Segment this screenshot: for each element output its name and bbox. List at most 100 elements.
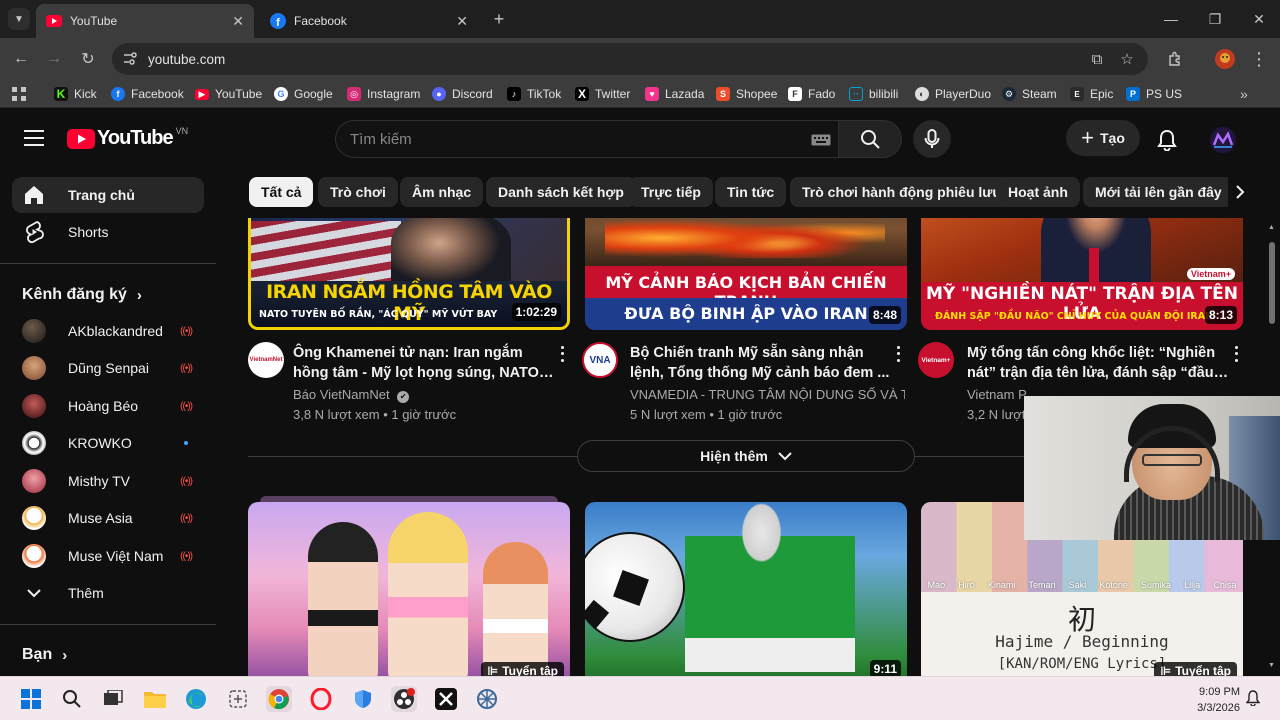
tab-youtube[interactable]: YouTube ✕ (36, 4, 254, 38)
restore-icon[interactable]: ❐ (1204, 8, 1226, 30)
apps-grid-icon[interactable] (12, 86, 26, 102)
bookmark-playerduo[interactable]: ◐ PlayerDuo (915, 86, 991, 102)
video-thumbnail[interactable]: Vietnam+ MỸ "NGHIỀN NÁT" TRẬN ĐỊA TÊN LỬ… (921, 218, 1243, 330)
tab-facebook[interactable]: f Facebook ✕ (260, 4, 478, 38)
chip-animation[interactable]: Hoạt ảnh (996, 177, 1080, 207)
search-button[interactable] (838, 120, 902, 158)
channel-name[interactable]: VNAMEDIA - TRUNG TÂM NỘI DUNG SỐ VÀ T... (630, 387, 905, 402)
page-scrollbar-thumb[interactable] (1269, 242, 1275, 324)
video-thumbnail[interactable]: IRAN NGẮM HỒNG TÂM VÀO MỸ NATO TUYÊN BỐ … (248, 218, 570, 330)
bookmark-youtube[interactable]: ▶ YouTube (195, 86, 262, 102)
bookmark-fado[interactable]: F Fado (788, 86, 835, 102)
bookmark-google[interactable]: G Google (274, 86, 333, 102)
bookmark-lazada[interactable]: ♥ Lazada (645, 86, 704, 102)
bookmark-ps-us[interactable]: P PS US (1126, 86, 1182, 102)
video-title[interactable]: Ông Khamenei tử nạn: Iran ngắm hồng tâm … (293, 343, 555, 383)
close-tab-icon[interactable]: ✕ (232, 13, 244, 30)
bookmark-star-icon[interactable]: ☆ (1116, 48, 1138, 70)
video-thumbnail[interactable]: 9:11 (585, 502, 907, 676)
sidebar-item-shorts[interactable]: Shorts (12, 214, 204, 250)
edge-browser-icon[interactable] (183, 686, 209, 712)
subscription-item[interactable]: KROWKO (12, 425, 204, 461)
bookmark-kick[interactable]: K Kick (54, 86, 97, 102)
bookmark-instagram[interactable]: ◎ Instagram (347, 86, 420, 102)
video-title[interactable]: Bộ Chiến tranh Mỹ sẵn sàng nhận lệnh, Tổ… (630, 343, 892, 383)
you-heading[interactable]: Bạn › (22, 646, 67, 664)
snipping-tool-icon[interactable] (225, 686, 251, 712)
subscription-item[interactable]: Misthy TV ((•)) (12, 463, 204, 499)
minimize-icon[interactable]: — (1160, 8, 1182, 30)
subscription-item[interactable]: AKblackandred ((•)) (12, 313, 204, 349)
opera-icon[interactable] (308, 686, 334, 712)
chips-next-button[interactable] (1228, 177, 1252, 207)
tab-search-button[interactable]: ▼ (8, 8, 30, 30)
system-clock[interactable]: 9:09 PM 3/3/2026 (1197, 684, 1240, 716)
bookmark-twitter[interactable]: X Twitter (575, 86, 630, 102)
site-info-icon[interactable] (122, 51, 138, 70)
bookmark-tiktok[interactable]: ♪ TikTok (507, 86, 561, 102)
playlist-thumbnail[interactable]: ⊫ Tuyển tập (248, 502, 570, 676)
notification-bell-icon[interactable] (1245, 690, 1261, 711)
reload-icon[interactable]: ↻ (77, 48, 99, 70)
video-title[interactable]: Mỹ tổng tấn công khốc liệt: “Nghiền nát”… (967, 343, 1229, 383)
subscriptions-heading[interactable]: Kênh đăng ký › (22, 286, 142, 304)
chip-mixes[interactable]: Danh sách kết hợp (486, 177, 636, 207)
video-thumbnail[interactable]: MỸ CẢNH BÁO KỊCH BẢN CHIẾN TRANH ĐƯA BỘ … (585, 218, 907, 330)
windows-start-icon[interactable] (18, 686, 44, 712)
bookmark-bilibili[interactable]: ·· bilibili (849, 86, 898, 102)
bookmark-epic[interactable]: E Epic (1070, 86, 1113, 102)
obs-recording-icon[interactable] (391, 686, 417, 712)
account-avatar[interactable] (1210, 127, 1236, 153)
voice-search-button[interactable] (913, 120, 951, 158)
page-scrollbar-down-icon[interactable]: ▼ (1268, 662, 1275, 669)
new-tab-button[interactable]: + (488, 8, 510, 30)
youtube-logo[interactable]: YouTube VN (67, 126, 188, 150)
subscription-item[interactable]: Muse Việt Nam ((•)) (12, 538, 204, 574)
page-scrollbar-up-icon[interactable]: ▲ (1268, 224, 1275, 231)
capcut-icon[interactable] (433, 686, 459, 712)
profile-avatar-icon[interactable] (1214, 48, 1236, 70)
chip-all[interactable]: Tất cả (249, 177, 314, 207)
app-settings-icon[interactable] (474, 686, 500, 712)
channel-avatar[interactable]: VietnamNet (248, 342, 284, 378)
bookmark-shopee[interactable]: S Shopee (716, 86, 777, 102)
chip-recently-uploaded[interactable]: Mới tải lên gần đây (1083, 177, 1234, 207)
chrome-icon[interactable] (266, 686, 292, 712)
sidebar-item-home[interactable]: Trang chủ (12, 177, 204, 213)
chip-action-adventure[interactable]: Trò chơi hành động phiêu lưu (790, 177, 1013, 207)
chip-music[interactable]: Âm nhạc (400, 177, 484, 207)
search-input[interactable]: Tìm kiếm (335, 120, 838, 158)
taskbar-search-icon[interactable] (59, 686, 85, 712)
window-close-icon[interactable]: ✕ (1248, 8, 1270, 30)
more-bookmarks-icon[interactable]: » (1240, 86, 1248, 102)
bookmark-discord[interactable]: ● Discord (432, 86, 493, 102)
bookmark-facebook[interactable]: f Facebook (111, 86, 184, 102)
security-shield-icon[interactable] (350, 686, 376, 712)
channel-avatar[interactable]: VNA (582, 342, 618, 378)
channel-name[interactable]: Vietnam Plus (967, 387, 1027, 402)
notifications-bell-icon[interactable] (1157, 129, 1177, 156)
show-more-button[interactable]: Hiện thêm (577, 440, 915, 472)
hamburger-menu-icon[interactable] (24, 130, 44, 151)
subscription-item[interactable]: Hoàng Béo ((•)) (12, 388, 204, 424)
extensions-icon[interactable] (1164, 48, 1186, 70)
address-bar[interactable]: youtube.com (112, 43, 1148, 75)
keyboard-icon[interactable] (811, 133, 831, 150)
subscription-item[interactable]: Muse Asia ((•)) (12, 500, 204, 536)
chip-news[interactable]: Tin tức (715, 177, 787, 207)
more-actions-icon[interactable] (558, 344, 566, 364)
back-icon[interactable]: ← (10, 48, 32, 70)
create-button[interactable]: + Tạo (1066, 120, 1140, 156)
bookmark-steam[interactable]: ⚙ Steam (1002, 86, 1057, 102)
forward-icon[interactable]: → (43, 48, 65, 70)
channel-name[interactable]: Báo VietNamNet ✔ (293, 387, 568, 403)
more-actions-icon[interactable] (1232, 344, 1240, 364)
sidebar-show-more[interactable]: Thêm (12, 575, 204, 611)
file-explorer-icon[interactable] (142, 686, 168, 712)
chrome-menu-icon[interactable]: ⋮ (1248, 48, 1270, 70)
task-view-icon[interactable] (100, 686, 126, 712)
install-app-icon[interactable]: ⧉ (1086, 48, 1108, 70)
chip-live[interactable]: Trực tiếp (629, 177, 713, 207)
more-actions-icon[interactable] (894, 344, 902, 364)
close-tab-icon[interactable]: ✕ (456, 13, 468, 30)
